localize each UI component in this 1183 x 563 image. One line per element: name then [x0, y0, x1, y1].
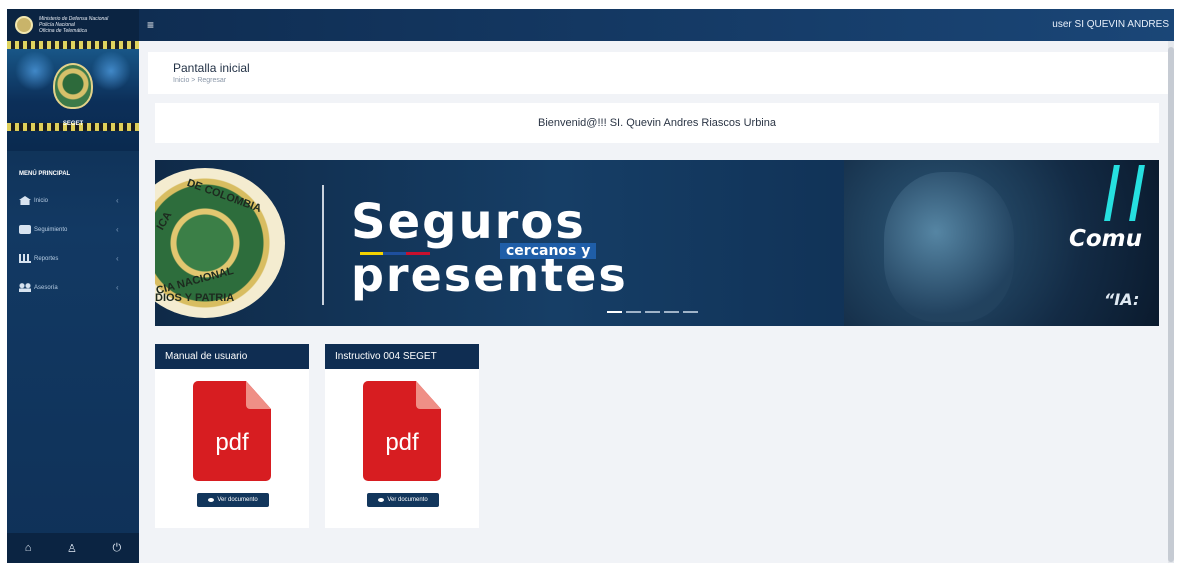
app-window: Ministerio de Defensa Nacional Policía N…: [7, 9, 1174, 563]
brand-text: Ministerio de Defensa Nacional Policía N…: [39, 16, 108, 34]
neon-bar: [1129, 165, 1145, 221]
sidebar-item-asesoria[interactable]: Asesoría ‹: [7, 273, 139, 302]
camera-icon: [19, 225, 31, 234]
sidebar-item-label: Reportes: [34, 255, 59, 262]
eye-icon: [378, 498, 385, 502]
next-slide-preview: Comu “IA:: [844, 160, 1159, 326]
sidebar-footer: ⌂ ♙ ⏻: [7, 533, 139, 563]
slogan-sub: cercanos y: [500, 243, 597, 259]
sidebar-banner: SEGET: [7, 41, 139, 151]
banner-light: [15, 51, 55, 91]
document-title: Manual de usuario: [155, 344, 309, 369]
sidebar-item-label: Inicio: [34, 197, 49, 204]
topbar: ≡ user SI QUEVIN ANDRES: [139, 9, 1174, 41]
brand: Ministerio de Defensa Nacional Policía N…: [7, 9, 139, 41]
scrollbar-thumb[interactable]: [1168, 47, 1174, 562]
power-icon[interactable]: ⏻: [112, 542, 121, 555]
view-document-button[interactable]: Ver documento: [367, 493, 439, 507]
hero-carousel[interactable]: DE COLOMBIA ICA CIA NACIONAL DIOS Y PATR…: [155, 160, 1159, 326]
carousel-dot[interactable]: [645, 311, 660, 313]
sidebar-item-seguimiento[interactable]: Seguimiento ‹: [7, 215, 139, 244]
document-card: Instructivo 004 SEGET pdf Ver documento: [325, 344, 479, 528]
slide-title: Comu: [1069, 226, 1143, 252]
home-icon[interactable]: ⌂: [25, 542, 32, 554]
banner-light: [91, 51, 131, 91]
breadcrumb: Inicio > Regresar: [173, 77, 226, 84]
chevron-left-icon: ‹: [116, 254, 119, 263]
chevron-left-icon: ‹: [116, 225, 119, 234]
button-label: Ver documento: [217, 497, 258, 503]
carousel-dot[interactable]: [683, 311, 698, 313]
pdf-label: pdf: [385, 429, 419, 456]
carousel-divider: [322, 185, 324, 305]
carousel-indicators: [607, 311, 698, 313]
page-header: Pantalla inicial Inicio > Regresar: [148, 52, 1168, 94]
ai-head-image: [884, 172, 1014, 322]
home-icon: [19, 196, 31, 205]
pdf-label: pdf: [215, 429, 249, 456]
brand-line-3: Oficina de Telemática: [39, 28, 87, 34]
user-menu[interactable]: user SI QUEVIN ANDRES: [1052, 19, 1169, 30]
eye-icon: [208, 498, 215, 502]
police-seal-icon: [15, 16, 33, 34]
people-icon: [19, 283, 31, 292]
sidebar: Ministerio de Defensa Nacional Policía N…: [7, 9, 139, 563]
banner-pattern: [7, 41, 139, 49]
slide-quote: “IA:: [1104, 290, 1140, 309]
chart-icon: [19, 254, 31, 263]
breadcrumb-home[interactable]: Inicio: [173, 77, 189, 84]
chevron-left-icon: ‹: [116, 196, 119, 205]
seget-emblem-icon: [53, 63, 93, 109]
crest-motto: DIOS Y PATRIA: [155, 292, 235, 304]
breadcrumb-back[interactable]: Regresar: [197, 77, 226, 84]
document-card: Manual de usuario pdf Ver documento: [155, 344, 309, 528]
slogan-main: Seguros: [351, 194, 586, 250]
page-title: Pantalla inicial: [173, 61, 250, 75]
view-document-button[interactable]: Ver documento: [197, 493, 269, 507]
carousel-dot[interactable]: [664, 311, 679, 313]
sidebar-item-reportes[interactable]: Reportes ‹: [7, 244, 139, 273]
user-icon[interactable]: ♙: [67, 542, 77, 555]
carousel-dot[interactable]: [626, 311, 641, 313]
menu-title: MENÚ PRINCIPAL: [19, 171, 71, 177]
sidebar-item-label: Seguimiento: [34, 226, 68, 233]
menu-toggle-icon[interactable]: ≡: [147, 18, 154, 32]
breadcrumb-separator: >: [191, 77, 196, 84]
sidebar-item-inicio[interactable]: Inicio ‹: [7, 186, 139, 215]
neon-bar: [1104, 165, 1120, 221]
document-title: Instructivo 004 SEGET: [325, 344, 479, 369]
button-label: Ver documento: [387, 497, 428, 503]
welcome-banner: Bienvenid@!!! SI. Quevin Andres Riascos …: [155, 103, 1159, 143]
chevron-left-icon: ‹: [116, 283, 119, 292]
sidebar-item-label: Asesoría: [34, 284, 58, 291]
carousel-dot[interactable]: [607, 311, 622, 313]
banner-label: SEGET: [62, 121, 84, 127]
